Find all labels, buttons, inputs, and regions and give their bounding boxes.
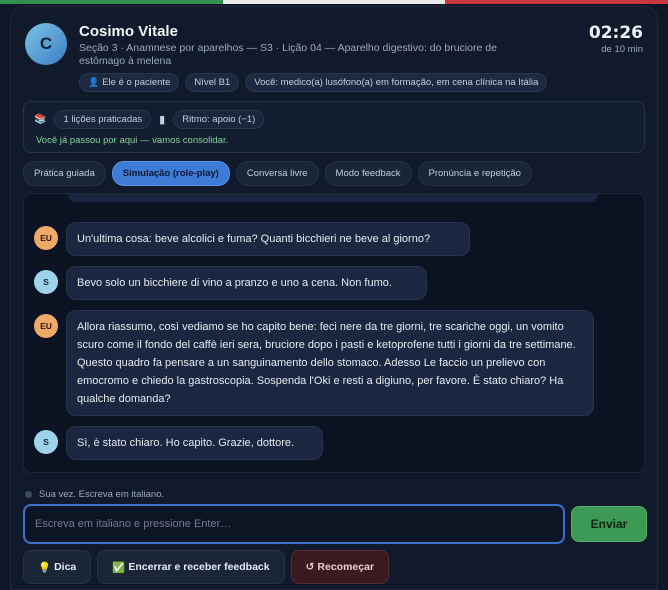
tab-feedback-mode[interactable]: Modo feedback	[324, 161, 412, 186]
lightbulb-icon: 💡	[38, 561, 52, 574]
timer-limit: de 10 min	[601, 44, 643, 55]
message-text: Bevo solo un bicchiere di vino a pranzo …	[66, 266, 427, 300]
chip-label: Nível B1	[194, 77, 231, 88]
avatar: S	[34, 430, 58, 454]
hint-button[interactable]: 💡 Dica	[23, 550, 92, 584]
avatar: EU	[34, 314, 58, 338]
message-text: Un'ultima cosa: beve alcolici e fuma? Qu…	[66, 222, 470, 256]
chip-label: Ele é o paciente	[102, 77, 171, 88]
finish-label: Encerrar e receber feedback	[128, 561, 270, 573]
message-input[interactable]	[23, 504, 565, 544]
progress-box: 📚 1 lições praticadas ▮ Ritmo: apoio (−1…	[23, 101, 645, 153]
progress-note: Você já passou por aqui — vamos consolid…	[36, 135, 229, 146]
lesson-subtitle: Seção 3 · Anamnese por aparelhos — S3 · …	[79, 42, 497, 67]
flag-white	[222, 0, 446, 4]
chat-message: EU Un'ultima cosa: beve alcolici e fuma?…	[34, 222, 470, 256]
person-icon: 👤	[88, 77, 100, 87]
previous-message-edge	[68, 194, 598, 202]
flag-red	[445, 0, 668, 4]
turn-status: Sua vez. Escreva em italiano.	[25, 489, 164, 500]
finish-feedback-button[interactable]: ✅ Encerrar e receber feedback	[97, 550, 285, 584]
timer: 02:26	[588, 23, 643, 43]
lessons-practiced: 1 lições praticadas	[54, 110, 152, 129]
message-text: Sì, è stato chiaro. Ho capito. Grazie, d…	[66, 426, 323, 460]
action-bar: 💡 Dica ✅ Encerrar e receber feedback ↺ R…	[23, 550, 390, 584]
avatar: EU	[34, 226, 58, 250]
status-dot	[25, 491, 32, 498]
tab-guided-practice[interactable]: Prática guiada	[23, 161, 106, 186]
status-text: Sua vez. Escreva em italiano.	[39, 489, 165, 500]
chat-message: S Sì, è stato chiaro. Ho capito. Grazie,…	[34, 426, 323, 460]
rhythm-badge: Ritmo: apoio (−1)	[173, 110, 265, 129]
restart-label: Recomeçar	[317, 561, 375, 573]
chip-label: Você: medico(a) lusófono(a) em formação,…	[254, 77, 539, 88]
bar-icon: ▮	[159, 114, 166, 126]
tab-simulation[interactable]: Simulação (role-play)	[111, 161, 230, 186]
chip-role: 👤 Ele é o paciente	[79, 73, 180, 92]
header: C Cosimo Vitale Seção 3 · Anamnese por a…	[23, 19, 645, 99]
chat-log[interactable]: EU Un'ultima cosa: beve alcolici e fuma?…	[23, 193, 645, 473]
restart-button[interactable]: ↺ Recomeçar	[290, 550, 390, 584]
hint-label: Dica	[54, 561, 77, 573]
tab-free-conversation[interactable]: Conversa livre	[235, 161, 319, 186]
message-text: Allora riassumo, così vediamo se ho capi…	[66, 310, 594, 416]
chat-message: EU Allora riassumo, così vediamo se ho c…	[34, 310, 594, 416]
tab-pronunciation[interactable]: Pronúncia e repetição	[417, 161, 532, 186]
avatar: C	[25, 23, 67, 65]
flag-green	[0, 0, 223, 4]
restart-icon: ↺	[305, 561, 315, 573]
info-chips: 👤 Ele é o paciente Nível B1 Você: medico…	[79, 73, 548, 92]
avatar: S	[34, 270, 58, 294]
chip-you: Você: medico(a) lusófono(a) em formação,…	[245, 73, 548, 92]
flag-stripe	[0, 0, 668, 4]
chip-level: Nível B1	[185, 73, 240, 92]
books-icon: 📚	[34, 114, 47, 125]
mode-tabs: Prática guiada Simulação (role-play) Con…	[23, 161, 532, 186]
tutor-panel: C Cosimo Vitale Seção 3 · Anamnese por a…	[10, 6, 658, 590]
send-button[interactable]: Enviar	[571, 506, 647, 542]
patient-name: Cosimo Vitale	[79, 23, 178, 40]
chat-message: S Bevo solo un bicchiere di vino a pranz…	[34, 266, 427, 300]
check-icon: ✅	[112, 561, 126, 574]
